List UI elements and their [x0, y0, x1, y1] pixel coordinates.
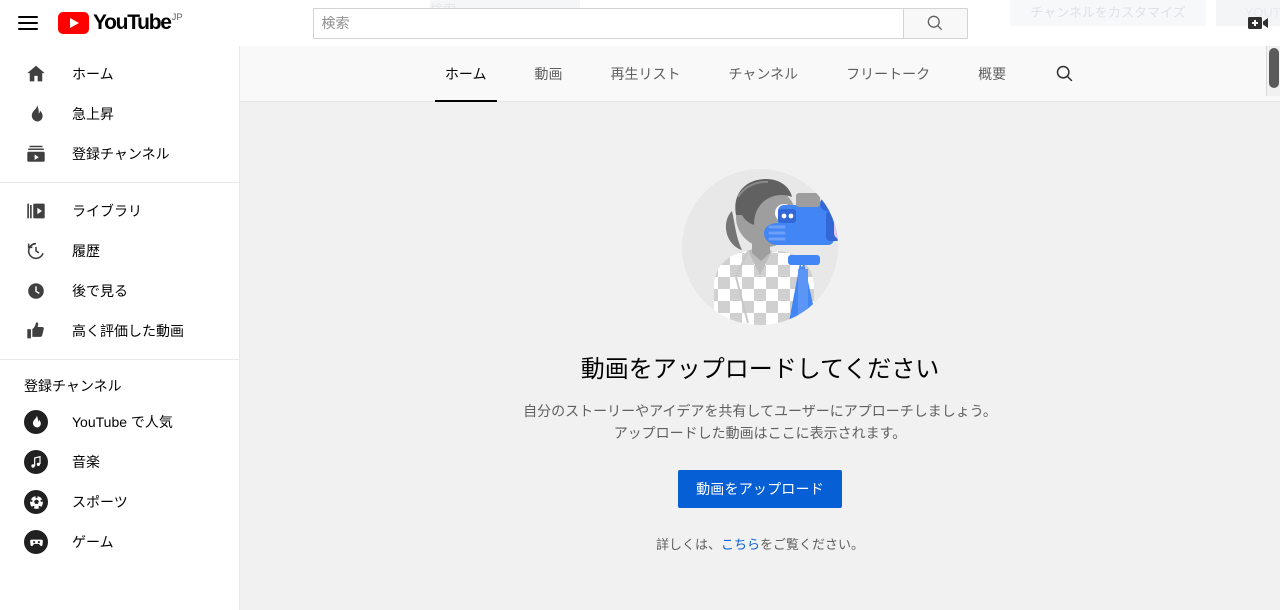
tab-home[interactable]: ホーム [421, 46, 511, 102]
sidebar-channel-label: スポーツ [72, 494, 128, 510]
masthead-right [1040, 9, 1280, 37]
channel-search-button[interactable] [1030, 46, 1099, 102]
learn-more-link[interactable]: こちら [721, 537, 760, 552]
sidebar-item-label: 急上昇 [72, 106, 114, 122]
subscriptions-icon [24, 142, 48, 166]
search-input[interactable] [312, 7, 903, 39]
sidebar-item-home[interactable]: ホーム [0, 54, 239, 94]
sidebar-item-library[interactable]: ライブラリ [0, 191, 239, 231]
learn-more-suffix: をご覧ください。 [760, 537, 865, 552]
empty-state-description-line1: 自分のストーリーやアイデアを共有してユーザーにアプローチしましょう。 [523, 403, 997, 419]
search-form [312, 7, 968, 39]
masthead-left: YouTube JP [0, 11, 240, 35]
masthead-center [240, 7, 1040, 39]
tab-channels[interactable]: チャンネル [705, 46, 823, 102]
library-icon [24, 199, 48, 223]
learn-more-text: 詳しくは、こちらをご覧ください。 [656, 534, 864, 553]
masthead: YouTube JP [0, 0, 1280, 46]
sidebar-item-trending[interactable]: 急上昇 [0, 94, 239, 134]
youtube-logo[interactable]: YouTube JP [58, 12, 183, 34]
empty-state-title: 動画をアップロードしてください [580, 356, 940, 383]
person-filming-with-camera-illustration [682, 169, 838, 325]
sidebar-channel-youtube-popular[interactable]: YouTube で人気 [0, 402, 239, 442]
trending-flame-icon [24, 102, 48, 126]
watch-later-clock-icon [24, 279, 48, 303]
sidebar-channel-gaming[interactable]: ゲーム [0, 522, 239, 562]
video-plus-icon [1248, 17, 1268, 29]
sidebar-item-label: 登録チャンネル [72, 146, 170, 162]
vertical-scrollbar[interactable] [1266, 46, 1280, 96]
sidebar-item-history[interactable]: 履歴 [0, 231, 239, 271]
sidebar-channel-music[interactable]: 音楽 [0, 442, 239, 482]
sidebar-item-watch-later[interactable]: 後で見る [0, 271, 239, 311]
sidebar-item-label: ライブラリ [72, 203, 142, 219]
tab-discussion[interactable]: フリートーク [822, 46, 954, 102]
empty-state-upload-prompt: 動画をアップロードしてください 自分のストーリーやアイデアを共有してユーザーにア… [240, 102, 1280, 553]
create-video-icon[interactable] [1244, 9, 1272, 37]
channel-content: ホーム 動画 再生リスト チャンネル フリートーク 概要 動画をアップロードして… [240, 46, 1280, 610]
channel-tabbar: ホーム 動画 再生リスト チャンネル フリートーク 概要 [240, 46, 1280, 102]
history-clock-icon [24, 239, 48, 263]
hamburger-menu-icon[interactable] [16, 11, 40, 35]
soccer-ball-avatar-icon [24, 490, 48, 514]
sidebar-primary-group: ホーム 急上昇 登録チャンネル [0, 46, 239, 182]
youtube-logo-text: YouTube [93, 11, 172, 34]
learn-more-prefix: 詳しくは、 [655, 537, 721, 552]
search-icon [927, 15, 943, 31]
sidebar: ホーム 急上昇 登録チャンネル ライブラリ 履歴 後で見る 高く評価した動画 登… [0, 46, 240, 610]
sidebar-item-liked-videos[interactable]: 高く評価した動画 [0, 311, 239, 351]
sidebar-channel-label: 音楽 [72, 454, 100, 470]
gamepad-avatar-icon [24, 530, 48, 554]
upload-video-button[interactable]: 動画をアップロード [678, 470, 842, 508]
sidebar-channel-label: YouTube で人気 [72, 414, 173, 430]
sidebar-channel-sports[interactable]: スポーツ [0, 482, 239, 522]
thumbs-up-icon [24, 319, 48, 343]
sidebar-item-label: ホーム [72, 66, 114, 82]
sidebar-item-label: 履歴 [72, 243, 100, 259]
empty-state-description-line2: アップロードした動画はここに表示されます。 [613, 425, 907, 441]
sidebar-item-label: 高く評価した動画 [72, 323, 184, 339]
sidebar-item-label: 後で見る [72, 283, 128, 299]
tab-videos[interactable]: 動画 [511, 46, 587, 102]
sidebar-subscriptions-group: 登録チャンネル YouTube で人気 音楽 スポーツ ゲーム [0, 359, 239, 570]
search-button[interactable] [902, 7, 968, 39]
tab-playlists[interactable]: 再生リスト [587, 46, 705, 102]
search-icon [1056, 65, 1073, 82]
youtube-channel-page: 検索 チャンネルをカスタマイズ YOUTUBE YouTube JP [0, 0, 1280, 610]
sidebar-library-group: ライブラリ 履歴 後で見る 高く評価した動画 [0, 182, 239, 359]
youtube-play-icon [58, 12, 89, 34]
flame-avatar-icon [24, 410, 48, 434]
youtube-country-code: JP [171, 12, 183, 23]
music-note-avatar-icon [24, 450, 48, 474]
sidebar-subscriptions-heading: 登録チャンネル [24, 378, 122, 394]
home-icon [24, 62, 48, 86]
sidebar-channel-label: ゲーム [72, 534, 114, 550]
sidebar-item-subscriptions[interactable]: 登録チャンネル [0, 134, 239, 174]
empty-state-description: 自分のストーリーやアイデアを共有してユーザーにアプローチしましょう。 アップロー… [523, 400, 997, 444]
tab-about[interactable]: 概要 [954, 46, 1030, 102]
